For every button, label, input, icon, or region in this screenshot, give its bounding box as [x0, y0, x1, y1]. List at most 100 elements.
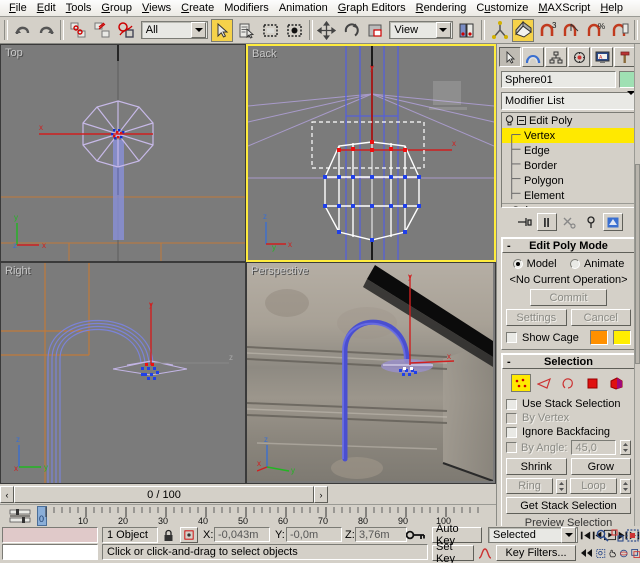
rollout-header-selection[interactable]: - Selection	[502, 354, 635, 369]
model-radio-row[interactable]: Model	[513, 258, 557, 270]
selection-lock-toggle[interactable]	[160, 527, 177, 543]
show-cage-checkbox[interactable]	[506, 332, 517, 343]
grow-button[interactable]: Grow	[571, 458, 632, 475]
select-and-manipulate-button[interactable]	[488, 19, 510, 42]
maxscript-listener-pink[interactable]	[2, 527, 98, 543]
element-sub-object-button[interactable]	[607, 374, 627, 392]
motion-tab[interactable]	[568, 47, 590, 67]
loop-spinner[interactable]	[620, 479, 631, 494]
selection-filter-dropdown[interactable]: All	[141, 21, 208, 39]
window-crossing-toggle-button[interactable]	[284, 19, 306, 42]
create-tab[interactable]	[499, 47, 521, 67]
maxscript-listener-white[interactable]	[2, 544, 98, 560]
menu-item-file[interactable]: File	[4, 1, 32, 16]
spinner-snap-toggle-button[interactable]	[609, 19, 631, 42]
rectangular-selection-region-button[interactable]	[260, 19, 282, 42]
modify-tab[interactable]	[522, 47, 544, 67]
modifier-stack[interactable]: Edit Poly Vertex Edge Border Polygon Ele…	[501, 112, 636, 208]
border-sub-object-button[interactable]	[559, 374, 579, 392]
stack-subitem-polygon[interactable]: Polygon	[502, 173, 635, 188]
model-radio[interactable]	[513, 259, 523, 269]
menu-item-animation[interactable]: Animation	[274, 1, 333, 16]
menu-item-tools[interactable]: Tools	[61, 1, 97, 16]
menu-item-rendering[interactable]: Rendering	[411, 1, 472, 16]
ring-button[interactable]: Ring	[506, 478, 553, 494]
absolute-relative-toggle[interactable]	[180, 527, 198, 543]
by-vertex-row[interactable]: By Vertex	[506, 412, 631, 424]
by-angle-checkbox[interactable]	[506, 442, 517, 453]
percent-snap-toggle-button[interactable]: %	[585, 19, 607, 42]
use-center-button[interactable]	[456, 19, 478, 42]
zoom-all-icon[interactable]	[611, 529, 624, 542]
chevron-down-icon[interactable]	[436, 22, 451, 38]
select-and-scale-button[interactable]	[364, 19, 386, 42]
menu-item-modifiers[interactable]: Modifiers	[219, 1, 274, 16]
maximize-viewport-toggle-icon[interactable]	[631, 547, 640, 560]
utilities-tab[interactable]	[614, 47, 636, 67]
select-by-name-button[interactable]	[235, 19, 257, 42]
cage-color-swatch-2[interactable]	[613, 330, 631, 345]
track-bar[interactable]: 0	[0, 504, 496, 526]
region-zoom-icon[interactable]	[596, 547, 606, 560]
rollout-header-edit-poly-mode[interactable]: - Edit Poly Mode	[502, 238, 635, 253]
menu-item-customize[interactable]: Customize	[471, 1, 533, 16]
chevron-down-icon[interactable]	[191, 22, 206, 38]
get-stack-selection-button[interactable]: Get Stack Selection	[506, 497, 631, 514]
make-unique-icon[interactable]	[559, 213, 579, 231]
go-to-start-icon[interactable]	[580, 530, 591, 541]
ignore-backfacing-checkbox[interactable]	[506, 427, 517, 438]
key-mode-icon[interactable]	[405, 527, 427, 543]
snap-3d-toggle-button[interactable]: 3	[536, 19, 558, 42]
configure-modifier-sets-icon[interactable]	[603, 213, 623, 231]
use-stack-selection-checkbox[interactable]	[506, 399, 517, 410]
viewport-top[interactable]: x Top y x z	[0, 44, 246, 262]
menu-item-edit[interactable]: Edit	[32, 1, 61, 16]
pin-stack-icon[interactable]	[515, 213, 535, 231]
lightbulb-icon[interactable]	[505, 115, 517, 126]
zoom-extents-icon[interactable]	[626, 529, 639, 542]
cancel-button[interactable]: Cancel	[571, 309, 632, 326]
redo-button[interactable]	[35, 19, 57, 42]
select-and-link-button[interactable]	[67, 19, 89, 42]
snaps-toggle-button[interactable]	[512, 19, 534, 42]
object-name-field[interactable]: Sphere01	[501, 71, 616, 88]
polygon-sub-object-button[interactable]	[583, 374, 603, 392]
ring-spinner[interactable]	[556, 479, 567, 494]
viewport-right[interactable]: z y Right z	[0, 262, 246, 484]
menu-item-create[interactable]: Create	[176, 1, 219, 16]
show-end-result-icon[interactable]	[537, 213, 557, 231]
rollout-collapse-icon[interactable]: -	[507, 240, 511, 252]
edge-sub-object-button[interactable]	[535, 374, 555, 392]
select-and-move-button[interactable]	[316, 19, 338, 42]
chevron-down-icon[interactable]	[561, 527, 576, 543]
pan-view-icon[interactable]	[608, 547, 618, 560]
by-angle-field[interactable]: 45,0	[571, 440, 616, 455]
undo-button[interactable]	[11, 19, 33, 42]
by-angle-row[interactable]: By Angle: 45,0	[506, 440, 631, 455]
cage-color-swatch-1[interactable]	[590, 330, 608, 345]
remove-modifier-icon[interactable]	[581, 213, 601, 231]
angle-snap-toggle-button[interactable]	[561, 19, 583, 42]
bind-to-space-warp-button[interactable]	[116, 19, 138, 42]
viewport-back[interactable]: y x	[246, 44, 496, 262]
commit-button[interactable]: Commit	[530, 289, 607, 306]
stack-subitem-edge[interactable]: Edge	[502, 143, 635, 158]
stack-subitem-border[interactable]: Border	[502, 158, 635, 173]
stack-subitem-vertex[interactable]: Vertex	[502, 128, 635, 143]
minus-box-icon[interactable]	[517, 116, 529, 125]
by-vertex-checkbox[interactable]	[506, 413, 517, 424]
scrollbar-thumb[interactable]	[635, 164, 640, 364]
rollout-collapse-icon[interactable]: -	[507, 356, 511, 368]
animate-radio[interactable]	[570, 259, 580, 269]
unlink-selection-button[interactable]	[91, 19, 113, 42]
by-angle-spinner[interactable]	[620, 440, 631, 455]
select-and-rotate-button[interactable]	[340, 19, 362, 42]
set-key-button[interactable]: Set Key	[432, 545, 474, 561]
menu-item-views[interactable]: Views	[137, 1, 176, 16]
set-key-curve-icon[interactable]	[476, 545, 494, 561]
stack-item-edit-poly[interactable]: Edit Poly	[502, 113, 635, 128]
z-coordinate-field[interactable]: 3,76m	[355, 527, 407, 542]
loop-button[interactable]: Loop	[570, 478, 617, 494]
x-coordinate-field[interactable]: -0,043m	[214, 527, 270, 542]
animate-radio-row[interactable]: Animate	[570, 258, 624, 270]
